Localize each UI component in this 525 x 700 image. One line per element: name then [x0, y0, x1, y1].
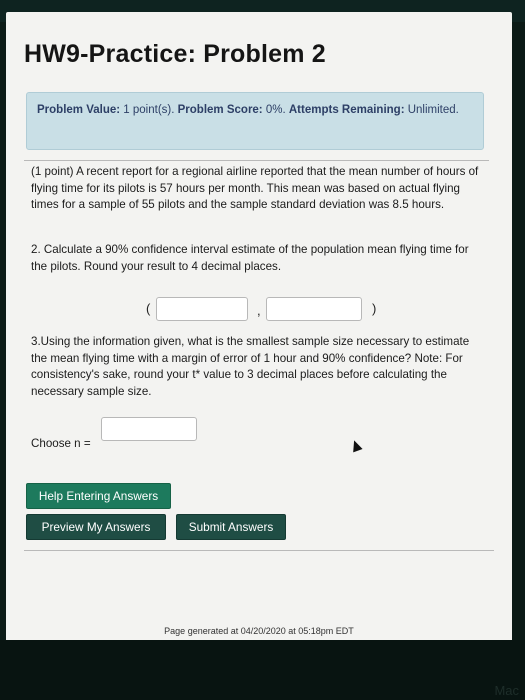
question-3-text: 3.Using the information given, what is t…: [31, 335, 470, 398]
ci-open-paren: (: [146, 301, 151, 316]
ci-lower-input[interactable]: [156, 297, 248, 321]
submit-answers-button[interactable]: Submit Answers: [176, 514, 286, 540]
choose-n-label: Choose n =: [31, 437, 91, 450]
ci-upper-input[interactable]: [266, 297, 362, 321]
page-generated-footer: Page generated at 04/20/2020 at 05:18pm …: [164, 626, 354, 636]
question-2-text: 2. Calculate a 90% confidence interval e…: [31, 243, 469, 273]
problem-intro: (1 point) A recent report for a regional…: [31, 165, 479, 211]
confidence-interval-row: ( , ): [146, 297, 386, 323]
monitor-bottom-bezel: Mac: [0, 640, 525, 700]
attempts-label: Attempts Remaining:: [288, 104, 405, 116]
mouse-pointer-icon: [349, 438, 363, 453]
problem-value: 1 point(s).: [123, 104, 175, 116]
ci-separator: ,: [257, 303, 261, 318]
monitor-brand-label: Mac: [494, 683, 519, 698]
help-entering-answers-button[interactable]: Help Entering Answers: [26, 483, 171, 509]
sample-size-input[interactable]: [101, 417, 197, 441]
problem-info-box: Problem Value: 1 point(s). Problem Score…: [26, 92, 484, 150]
problem-score: 0%.: [265, 104, 286, 116]
problem-value-label: Problem Value:: [37, 104, 121, 116]
divider-bottom: [24, 550, 494, 551]
divider-top: [24, 160, 489, 161]
preview-answers-button[interactable]: Preview My Answers: [26, 514, 166, 540]
page-title: HW9-Practice: Problem 2: [24, 40, 326, 68]
ci-close-paren: ): [372, 301, 377, 316]
problem-score-label: Problem Score:: [177, 104, 263, 116]
browser-page: HW9-Practice: Problem 2 Problem Value: 1…: [6, 12, 512, 642]
attempts-value: Unlimited.: [407, 104, 459, 116]
